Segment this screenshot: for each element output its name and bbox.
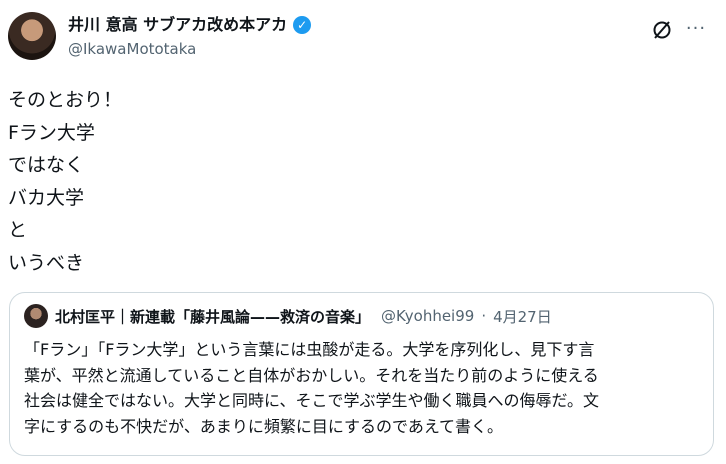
quoted-tweet[interactable]: 北村匡平｜新連載「藤井風論——救済の音楽」 @Kyohhei99 · 4月27日… [9, 292, 714, 456]
quoted-avatar [24, 304, 48, 328]
quoted-line: 葉が、平然と流通していること自体がおかしい。それを当たり前のように使える [24, 365, 599, 385]
author-names: 井川 意高 サブアカ改め本アカ ✓ @IkawaMototaka [68, 14, 312, 60]
tweet-text: そのとおり！ Fラン大学 ではなく バカ大学 と いうべき [8, 84, 708, 279]
tweet-line: そのとおり！ [8, 89, 123, 111]
avatar[interactable] [8, 12, 56, 60]
quoted-line: 社会は健全ではない。大学と同時に、そこで学ぶ学生や働く職員への侮辱だ。文 [24, 391, 600, 410]
tweet-line: と [8, 219, 28, 241]
quoted-display-name: 北村匡平｜新連載「藤井風論——救済の音楽」 [55, 307, 371, 326]
tweet-line: Fラン大学 [8, 121, 95, 144]
quoted-date[interactable]: 4月27日 [493, 306, 552, 327]
quoted-tweet-header: 北村匡平｜新連載「藤井風論——救済の音楽」 @Kyohhei99 · 4月27日 [24, 304, 552, 328]
quoted-handle: @Kyohhei99 [381, 307, 475, 325]
author-handle[interactable]: @IkawaMototaka [68, 38, 311, 60]
quoted-line: 「Fラン」「Fラン大学」という言葉には虫酸が走る。大学を序列化し、見下す言 [24, 340, 595, 359]
tweet-header: 井川 意高 サブアカ改め本アカ ✓ @IkawaMototaka ··· [8, 8, 718, 68]
tweet-line: いうべき [8, 251, 85, 274]
more-icon[interactable]: ··· [682, 14, 710, 42]
author-display-name[interactable]: 井川 意高 サブアカ改め本アカ [68, 14, 287, 36]
meta-separator: · [481, 307, 487, 325]
author-name-row[interactable]: 井川 意高 サブアカ改め本アカ ✓ [68, 14, 312, 36]
verified-badge-icon[interactable]: ✓ [293, 16, 312, 34]
tweet-line: バカ大学 [8, 186, 85, 209]
tweet-line: ではなく [8, 154, 85, 176]
quoted-line: 字にするのも不快だが、あまりに頻繁に目にするのであえて書く。 [24, 416, 504, 436]
grok-icon[interactable] [650, 18, 674, 42]
quoted-text: 「Fラン」「Fラン大学」という言葉には虫酸が走る。大学を序列化し、見下す言 葉が… [24, 337, 704, 439]
